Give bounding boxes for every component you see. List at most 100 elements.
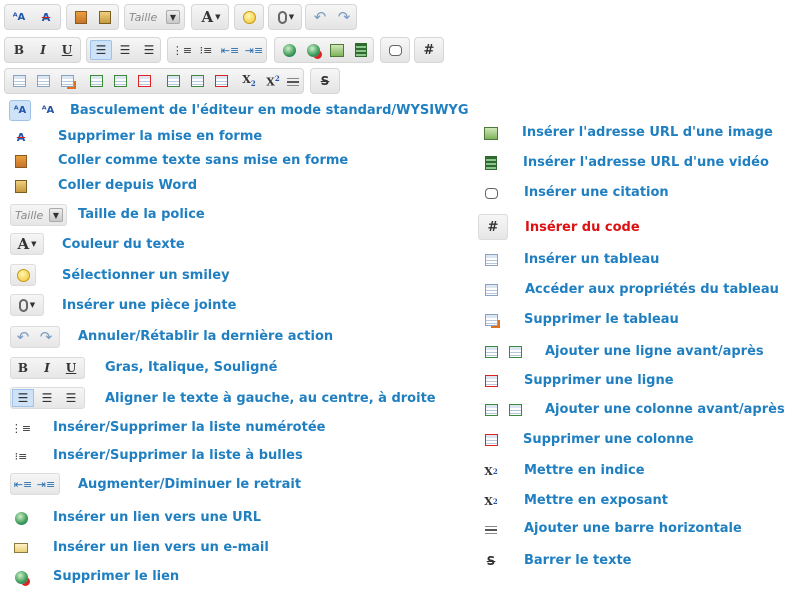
insert-link-button[interactable] xyxy=(278,40,300,60)
insert-quote-button[interactable] xyxy=(384,40,406,60)
chevron-down-icon: ▼ xyxy=(215,13,221,21)
column-after-icon xyxy=(504,400,526,420)
help-label-add-row: Ajouter une ligne avant/après xyxy=(545,344,764,359)
wysiwyg-toggle-button[interactable]: ᴬA xyxy=(8,7,30,27)
strikethrough-button[interactable]: S xyxy=(314,71,336,91)
numbered-list-button[interactable]: ⋮≡ xyxy=(171,40,193,60)
quote-bubble-icon xyxy=(480,183,502,203)
horizontal-rule-button[interactable] xyxy=(286,71,300,91)
attachment-group: ▼ xyxy=(268,4,302,30)
column-after-button[interactable] xyxy=(186,71,208,91)
remove-format-button[interactable]: A xyxy=(35,7,57,27)
help-label-subscript: Mettre en indice xyxy=(524,463,645,478)
insert-media-group xyxy=(274,37,374,63)
undo-button[interactable]: ↶ xyxy=(309,7,331,27)
standard-mode-icon: ᴬA xyxy=(41,105,55,116)
align-center-button[interactable]: ☰ xyxy=(114,40,136,60)
insert-image-button[interactable] xyxy=(326,40,348,60)
table-tools-group: X2 X2 xyxy=(4,68,304,94)
unlink-button[interactable] xyxy=(302,40,324,60)
attachment-button[interactable]: ▼ xyxy=(272,7,300,27)
link-globe-icon xyxy=(282,43,296,57)
column-before-button[interactable] xyxy=(162,71,184,91)
row-after-icon xyxy=(504,342,526,362)
table-properties-button[interactable] xyxy=(32,71,54,91)
underline-button[interactable]: U xyxy=(56,40,78,60)
bullet-list-icon: ⁝≡ xyxy=(199,43,213,57)
row-before-icon xyxy=(89,75,103,87)
paste-word-icon xyxy=(99,10,111,24)
align-right-icon: ☰ xyxy=(65,391,77,405)
paste-group xyxy=(66,4,119,30)
help-label-strikethrough: Barrer le texte xyxy=(524,553,632,568)
image-icon xyxy=(330,43,344,57)
column-after-icon xyxy=(190,75,204,87)
font-size-dropdown[interactable]: ▼ xyxy=(165,7,181,27)
alignment-group: ☰ ☰ ☰ xyxy=(86,37,161,63)
help-label-link-url: Insérer un lien vers une URL xyxy=(53,510,262,525)
delete-column-button[interactable] xyxy=(210,71,232,91)
redo-button[interactable]: ↷ xyxy=(333,7,355,27)
delete-column-icon xyxy=(480,430,502,450)
delete-row-icon xyxy=(480,371,502,391)
font-size-group: Taille ▼ xyxy=(124,4,185,30)
smiley-button[interactable] xyxy=(238,7,260,27)
text-color-button[interactable]: A ▼ xyxy=(197,7,225,27)
video-icon xyxy=(480,153,502,173)
font-size-select-value: Taille xyxy=(129,10,158,24)
help-label-wysiwyg: Basculement de l'éditeur en mode standar… xyxy=(70,103,469,118)
help-label-bullet-list: Insérer/Supprimer la liste à bulles xyxy=(53,448,303,463)
row-before-button[interactable] xyxy=(85,71,107,91)
italic-button[interactable]: I xyxy=(32,40,54,60)
chevron-down-icon: ▼ xyxy=(166,10,180,24)
insert-table-button[interactable] xyxy=(8,71,30,91)
unlink-globe-icon xyxy=(306,43,320,57)
font-size-select[interactable]: Taille xyxy=(129,7,165,27)
insert-code-button[interactable]: # xyxy=(418,40,440,60)
bold-icon: B xyxy=(17,361,29,375)
hash-icon: # xyxy=(423,42,435,58)
help-label-add-column: Ajouter une colonne avant/après xyxy=(545,402,785,417)
indent-button[interactable]: ⇥≡ xyxy=(243,40,265,60)
paste-word-icon xyxy=(10,177,32,195)
horizontal-rule-icon xyxy=(287,76,299,86)
table-icon xyxy=(480,250,502,270)
delete-table-button[interactable] xyxy=(56,71,78,91)
numbered-list-icon: ⋮≡ xyxy=(171,43,193,57)
paste-plain-button[interactable] xyxy=(70,7,92,27)
delete-row-button[interactable] xyxy=(133,71,155,91)
undo-redo-group: ↶ ↷ xyxy=(305,4,357,30)
bold-icon: B xyxy=(13,43,25,57)
row-after-button[interactable] xyxy=(109,71,131,91)
outdent-button[interactable]: ⇤≡ xyxy=(219,40,241,60)
smiley-icon xyxy=(242,10,256,24)
help-label-attachment: Insérer une pièce jointe xyxy=(62,298,237,313)
column-before-icon xyxy=(166,75,180,87)
paste-word-button[interactable] xyxy=(94,7,116,27)
align-left-button[interactable]: ☰ xyxy=(90,40,112,60)
subscript-icon: X2 xyxy=(484,464,498,478)
insert-video-button[interactable] xyxy=(350,40,372,60)
paperclip-icon xyxy=(277,10,287,24)
help-label-smiley: Sélectionner un smiley xyxy=(62,268,230,283)
bold-button[interactable]: B xyxy=(8,40,30,60)
superscript-button[interactable]: X2 xyxy=(262,71,284,91)
help-label-paste-plain: Coller comme texte sans mise en forme xyxy=(58,153,349,168)
align-right-button[interactable]: ☰ xyxy=(138,40,160,60)
link-globe-icon xyxy=(10,508,32,528)
subscript-button[interactable]: X2 xyxy=(238,71,260,91)
email-envelope-icon xyxy=(10,538,32,558)
undo-icon: ↶ xyxy=(16,328,30,346)
underline-icon: U xyxy=(61,43,73,57)
wysiwyg-icon: ᴬA xyxy=(13,105,27,116)
align-left-icon: ☰ xyxy=(12,389,34,407)
outdent-icon: ⇤≡ xyxy=(13,477,33,491)
hash-icon: # xyxy=(487,219,499,235)
superscript-icon: X2 xyxy=(484,494,498,508)
align-left-icon: ☰ xyxy=(95,43,107,57)
bullet-list-button[interactable]: ⁝≡ xyxy=(195,40,217,60)
quote-group xyxy=(380,37,410,63)
mode-group: ᴬA A xyxy=(4,4,61,30)
undo-icon: ↶ xyxy=(313,8,327,26)
paste-plain-icon xyxy=(75,10,87,24)
